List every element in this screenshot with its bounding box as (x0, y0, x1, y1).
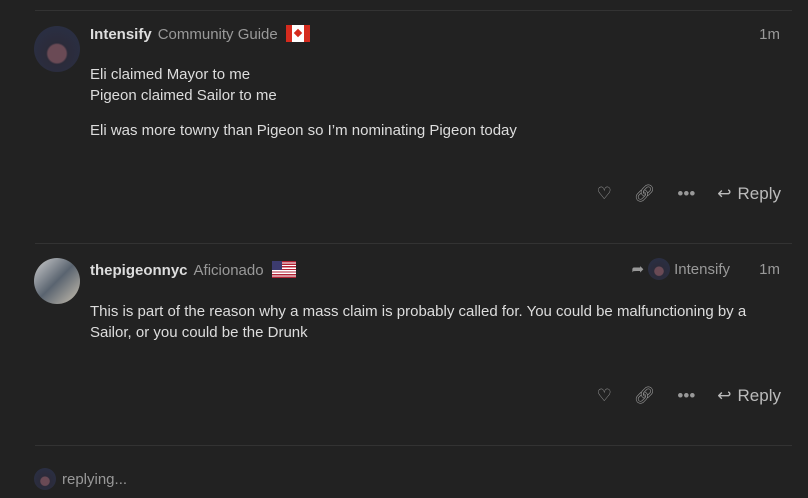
post-paragraph: Eli was more towny than Pigeon so I’m no… (90, 122, 517, 139)
post-paragraph: This is part of the reason why a mass cl… (90, 303, 747, 341)
usa-flag-icon (271, 261, 296, 278)
divider (35, 10, 792, 11)
user-title: Aficionado (193, 262, 264, 279)
divider (35, 243, 792, 244)
reply-to-avatar (648, 258, 671, 280)
username[interactable]: Intensify (90, 26, 152, 43)
username[interactable]: thepigeonnyc (90, 262, 188, 279)
link-icon[interactable]: 🔗︎ (634, 386, 656, 406)
reply-icon: ↩ (717, 386, 732, 405)
post-paragraph: Eli claimed Mayor to me Pigeon claimed S… (90, 66, 277, 104)
replying-indicator: replying... (34, 468, 127, 490)
avatar (34, 468, 56, 490)
replying-text: replying... (62, 470, 128, 488)
more-icon[interactable]: ••• (677, 184, 695, 204)
post-time[interactable]: 1m (759, 261, 780, 278)
avatar[interactable] (34, 258, 80, 304)
reply-button[interactable]: ↩ Reply (717, 184, 781, 204)
reply-icon: ↩ (717, 184, 732, 203)
post-body: This is part of the reason why a mass cl… (90, 301, 760, 357)
divider (35, 445, 792, 446)
reply-button[interactable]: ↩ Reply (717, 386, 781, 406)
more-icon[interactable]: ••• (677, 386, 695, 406)
link-icon[interactable]: 🔗︎ (634, 184, 656, 204)
share-arrow-icon: ➦ (631, 261, 645, 278)
reply-to-username: Intensify (674, 260, 730, 278)
canada-flag-icon (285, 25, 310, 42)
like-icon[interactable]: ♡ (597, 386, 612, 406)
reply-label: Reply (737, 184, 781, 203)
reply-to-link[interactable]: ➦ Intensify (632, 258, 730, 280)
avatar[interactable] (34, 26, 80, 72)
reply-label: Reply (737, 386, 781, 405)
post-time[interactable]: 1m (759, 26, 780, 43)
like-icon[interactable]: ♡ (597, 184, 612, 204)
user-title: Community Guide (157, 26, 278, 43)
post-body: Eli claimed Mayor to me Pigeon claimed S… (90, 64, 760, 155)
